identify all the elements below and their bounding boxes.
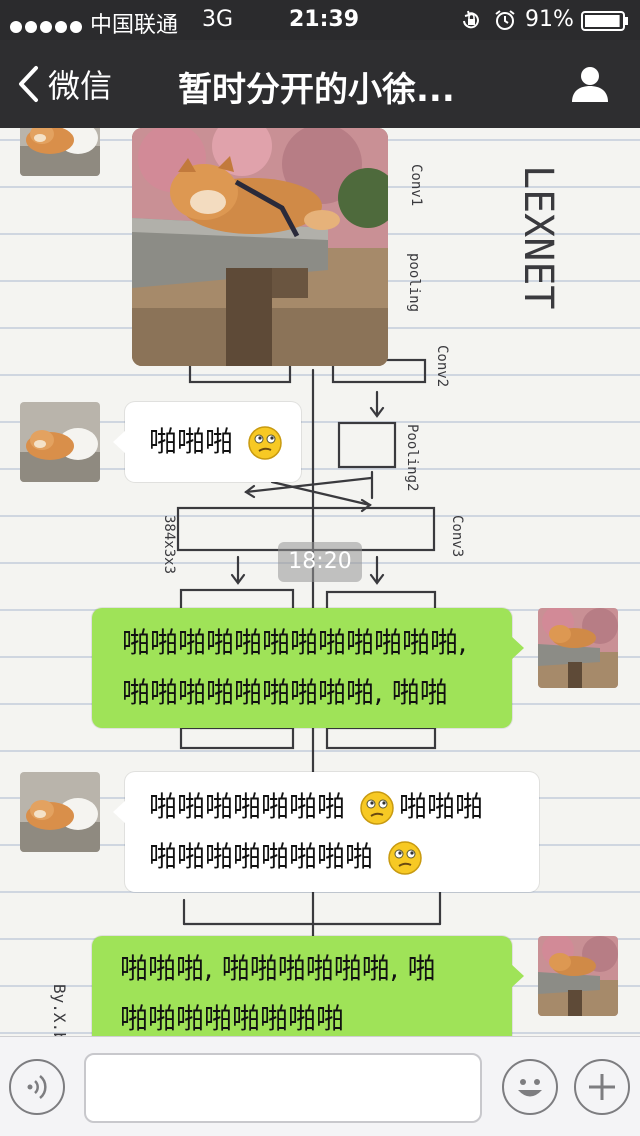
my-avatar[interactable] <box>538 608 618 688</box>
shiba-avatar-image <box>538 608 618 688</box>
status-bar: 中国联通 3G 21:39 91% <box>0 0 640 40</box>
back-label: 微信 <box>48 67 113 105</box>
chat-image-message[interactable] <box>132 128 388 366</box>
clock-time: 21:39 <box>289 7 360 32</box>
network-type-label: 3G <box>202 7 234 32</box>
plus-icon <box>589 1074 615 1100</box>
confused-face-emoji <box>360 791 394 825</box>
message-line: 啪啪啪啪啪啪啪啪啪啪啪啪, <box>122 626 467 659</box>
message-line: 啪啪啪, 啪啪啪啪啪啪, 啪 <box>120 952 436 985</box>
nav-bar: 微信 暂时分开的小徐... <box>0 40 640 128</box>
message-line: 啪啪啪啪啪啪啪 啪啪啪 <box>149 782 539 832</box>
back-button[interactable]: 微信 <box>16 62 112 106</box>
confused-face-emoji <box>248 426 282 460</box>
shiba-on-bench-photo <box>132 128 388 366</box>
emoji-button[interactable] <box>502 1059 558 1115</box>
dog-avatar-image <box>20 402 100 482</box>
message-text-input[interactable] <box>84 1053 482 1123</box>
outgoing-message-bubble[interactable]: 啪啪啪, 啪啪啪啪啪啪, 啪 啪啪啪啪啪啪啪啪 <box>92 936 524 1036</box>
bubble-tail <box>511 636 524 660</box>
battery-icon <box>581 11 628 31</box>
incoming-message-bubble[interactable]: 啪啪啪 <box>113 402 301 482</box>
message-line: 啪啪啪啪啪啪啪啪 <box>149 832 539 882</box>
contact-avatar[interactable] <box>20 772 100 852</box>
contact-avatar[interactable] <box>20 128 100 176</box>
emoji-face-icon <box>518 1079 542 1097</box>
contact-avatar[interactable] <box>20 402 100 482</box>
confused-face-emoji <box>388 841 422 875</box>
message-line: 啪啪啪 <box>149 417 301 467</box>
bubble-tail <box>511 964 524 988</box>
battery-percent: 91% <box>525 7 574 32</box>
dog-avatar-image <box>20 772 100 852</box>
dog-avatar-image <box>20 128 100 176</box>
my-avatar[interactable] <box>538 936 618 1016</box>
message-line: 啪啪啪啪啪啪啪啪啪, 啪啪 <box>122 676 448 709</box>
voice-button[interactable] <box>9 1059 65 1115</box>
message-line: 啪啪啪啪啪啪啪啪 <box>120 1002 345 1035</box>
timestamp-divider: 18:20 <box>278 542 362 582</box>
bubble-tail <box>113 430 126 454</box>
message-input-bar <box>0 1036 640 1136</box>
rotation-lock-icon <box>463 10 479 29</box>
voice-icon <box>27 1075 47 1099</box>
signal-dots-icon <box>10 14 85 39</box>
shiba-avatar-image <box>538 936 618 1016</box>
carrier-label: 中国联通 <box>90 13 179 38</box>
alarm-icon <box>495 10 515 30</box>
profile-icon[interactable] <box>568 62 612 106</box>
chevron-left-icon <box>19 66 38 102</box>
chat-message-list[interactable]: 啪啪啪 18:20 啪啪啪啪啪啪啪啪啪啪啪啪, 啪啪啪啪啪啪啪啪啪, 啪啪 啪啪… <box>0 128 640 1036</box>
incoming-message-bubble[interactable]: 啪啪啪啪啪啪啪 啪啪啪 啪啪啪啪啪啪啪啪 <box>113 772 539 892</box>
more-options-button[interactable] <box>574 1059 630 1115</box>
outgoing-message-bubble[interactable]: 啪啪啪啪啪啪啪啪啪啪啪啪, 啪啪啪啪啪啪啪啪啪, 啪啪 <box>92 608 524 728</box>
bubble-tail <box>113 800 126 824</box>
chat-title: 暂时分开的小徐... <box>178 70 455 110</box>
